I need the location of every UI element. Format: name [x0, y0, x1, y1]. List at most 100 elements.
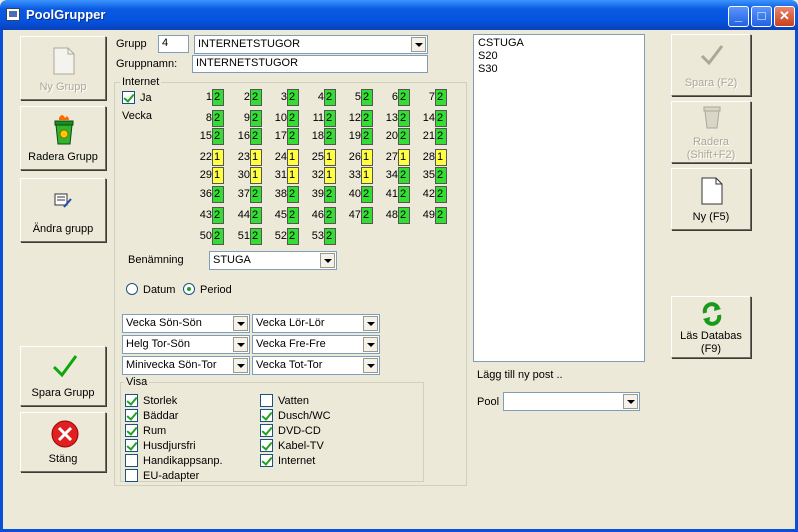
- week-cell[interactable]: 49 2: [409, 207, 447, 224]
- week-cell[interactable]: 20 2: [372, 128, 410, 145]
- week-cell[interactable]: 33 1: [335, 167, 373, 184]
- week-cell[interactable]: 26 1: [335, 149, 373, 166]
- week-cell[interactable]: 27 1: [372, 149, 410, 166]
- maximize-button[interactable]: □: [751, 6, 772, 27]
- week-cell[interactable]: 42: [298, 89, 336, 106]
- week-cell[interactable]: 92: [224, 110, 262, 127]
- visa-checkbox[interactable]: [125, 469, 138, 482]
- chevron-down-icon[interactable]: [233, 358, 248, 373]
- week-cell[interactable]: 31 1: [261, 167, 299, 184]
- chevron-down-icon[interactable]: [411, 37, 426, 52]
- chevron-down-icon[interactable]: [320, 253, 335, 268]
- week-cell[interactable]: 18 2: [298, 128, 336, 145]
- week-cell[interactable]: 53 2: [298, 228, 336, 245]
- period-combo-4[interactable]: Vecka Fre-Fre: [252, 335, 380, 354]
- edit-group-button[interactable]: Ändra grupp: [20, 178, 106, 242]
- period-combo-5[interactable]: Minivecka Sön-Tor: [122, 356, 250, 375]
- week-value-box[interactable]: 2: [212, 128, 224, 145]
- period-combo-1[interactable]: Vecka Sön-Sön: [122, 314, 250, 333]
- datum-radio[interactable]: [126, 283, 138, 295]
- week-cell[interactable]: 15 2: [186, 128, 224, 145]
- close-window-button[interactable]: ✕: [774, 6, 795, 27]
- delete-group-button[interactable]: Radera Grupp: [20, 106, 106, 170]
- week-cell[interactable]: 72: [409, 89, 447, 106]
- visa-checkbox[interactable]: [125, 409, 138, 422]
- week-cell[interactable]: 36 2: [186, 186, 224, 203]
- week-cell[interactable]: 34 2: [372, 167, 410, 184]
- benamning-combo[interactable]: STUGA: [209, 251, 337, 270]
- week-cell[interactable]: 24 1: [261, 149, 299, 166]
- week-cell[interactable]: 16 2: [224, 128, 262, 145]
- pool-combo[interactable]: [503, 392, 640, 411]
- week-value-box[interactable]: 2: [435, 186, 447, 203]
- week-cell[interactable]: 21 2: [409, 128, 447, 145]
- pool-listbox[interactable]: CSTUGA S20 S30: [473, 34, 645, 362]
- week-cell[interactable]: 48 2: [372, 207, 410, 224]
- visa-checkbox[interactable]: [260, 409, 273, 422]
- visa-checkbox[interactable]: [260, 424, 273, 437]
- list-item[interactable]: S20: [478, 50, 640, 63]
- grupp-combo[interactable]: INTERNETSTUGOR: [194, 35, 428, 54]
- visa-checkbox[interactable]: [260, 439, 273, 452]
- week-cell[interactable]: 35 2: [409, 167, 447, 184]
- visa-checkbox[interactable]: [125, 454, 138, 467]
- week-cell[interactable]: 62: [372, 89, 410, 106]
- week-cell[interactable]: 50 2: [186, 228, 224, 245]
- week-cell[interactable]: 42 2: [409, 186, 447, 203]
- week-cell[interactable]: 45 2: [261, 207, 299, 224]
- gruppnamn-field[interactable]: INTERNETSTUGOR: [192, 55, 428, 73]
- week-value-box[interactable]: 1: [212, 149, 224, 166]
- list-item[interactable]: S30: [478, 63, 640, 76]
- minimize-button[interactable]: _: [728, 6, 749, 27]
- week-cell[interactable]: 13 2: [372, 110, 410, 127]
- week-cell[interactable]: 17 2: [261, 128, 299, 145]
- week-cell[interactable]: 11 2: [298, 110, 336, 127]
- week-cell[interactable]: 14 2: [409, 110, 447, 127]
- week-cell[interactable]: 39 2: [298, 186, 336, 203]
- chevron-down-icon[interactable]: [363, 358, 378, 373]
- week-cell[interactable]: 43 2: [186, 207, 224, 224]
- week-cell[interactable]: 82: [186, 110, 224, 127]
- week-cell[interactable]: 19 2: [335, 128, 373, 145]
- visa-checkbox[interactable]: [260, 394, 273, 407]
- week-cell[interactable]: 51 2: [224, 228, 262, 245]
- chevron-down-icon[interactable]: [233, 316, 248, 331]
- delete-button[interactable]: Radera (Shift+F2): [671, 101, 751, 163]
- chevron-down-icon[interactable]: [623, 394, 638, 409]
- week-cell[interactable]: 32 1: [298, 167, 336, 184]
- visa-checkbox[interactable]: [125, 439, 138, 452]
- week-value-box[interactable]: 2: [212, 186, 224, 203]
- week-cell[interactable]: 38 2: [261, 186, 299, 203]
- week-cell[interactable]: 32: [261, 89, 299, 106]
- week-cell[interactable]: 22 1: [186, 149, 224, 166]
- read-database-button[interactable]: Läs Databas (F9): [671, 296, 751, 358]
- visa-checkbox[interactable]: [125, 424, 138, 437]
- period-combo-3[interactable]: Helg Tor-Sön: [122, 335, 250, 354]
- chevron-down-icon[interactable]: [363, 316, 378, 331]
- week-cell[interactable]: 22: [224, 89, 262, 106]
- week-cell[interactable]: 12: [186, 89, 224, 106]
- week-value-box[interactable]: 2: [435, 167, 447, 184]
- week-cell[interactable]: 46 2: [298, 207, 336, 224]
- week-cell[interactable]: 30 1: [224, 167, 262, 184]
- week-cell[interactable]: 29 1: [186, 167, 224, 184]
- week-cell[interactable]: 52 2: [261, 228, 299, 245]
- week-value-box[interactable]: 2: [435, 207, 447, 224]
- chevron-down-icon[interactable]: [363, 337, 378, 352]
- week-value-box[interactable]: 2: [212, 228, 224, 245]
- visa-checkbox[interactable]: [260, 454, 273, 467]
- week-value-box[interactable]: 2: [324, 228, 336, 245]
- week-value-box[interactable]: 2: [212, 89, 224, 106]
- new-group-button[interactable]: Ny Grupp: [20, 36, 106, 100]
- week-value-box[interactable]: 2: [212, 110, 224, 127]
- save-button[interactable]: Spara (F2): [671, 34, 751, 96]
- week-cell[interactable]: 37 2: [224, 186, 262, 203]
- week-cell[interactable]: 25 1: [298, 149, 336, 166]
- chevron-down-icon[interactable]: [233, 337, 248, 352]
- week-cell[interactable]: 44 2: [224, 207, 262, 224]
- grupp-number-field[interactable]: 4: [158, 35, 189, 53]
- week-cell[interactable]: 12 2: [335, 110, 373, 127]
- close-button[interactable]: Stäng: [20, 412, 106, 472]
- week-cell[interactable]: 10 2: [261, 110, 299, 127]
- week-value-box[interactable]: 1: [435, 149, 447, 166]
